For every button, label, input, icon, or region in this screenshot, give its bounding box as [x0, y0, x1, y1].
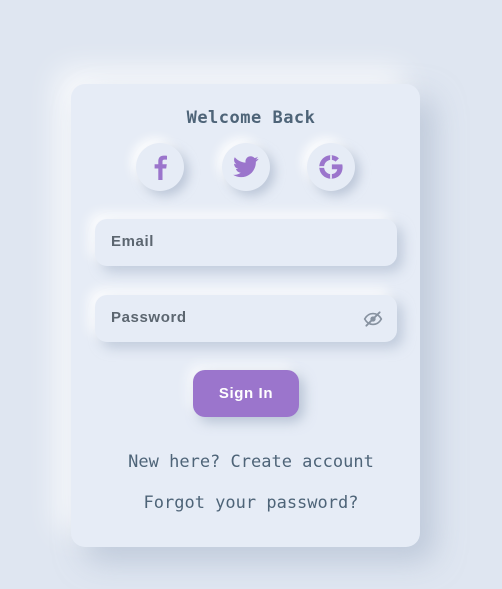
- eye-slash-icon[interactable]: [363, 309, 383, 329]
- google-button[interactable]: [307, 143, 355, 191]
- email-field[interactable]: Email: [95, 219, 397, 266]
- page-title: Welcome Back: [186, 108, 316, 128]
- google-icon: [319, 155, 343, 179]
- forgot-password-link[interactable]: Forgot your password?: [0, 493, 502, 513]
- facebook-icon: [154, 155, 167, 180]
- twitter-icon: [233, 156, 259, 178]
- email-placeholder: Email: [111, 233, 155, 250]
- password-placeholder: Password: [111, 309, 187, 326]
- facebook-button[interactable]: [136, 143, 184, 191]
- sign-in-button[interactable]: Sign In: [193, 370, 299, 417]
- password-field[interactable]: Password: [95, 295, 397, 342]
- twitter-button[interactable]: [222, 143, 270, 191]
- create-account-link[interactable]: New here? Create account: [0, 452, 502, 472]
